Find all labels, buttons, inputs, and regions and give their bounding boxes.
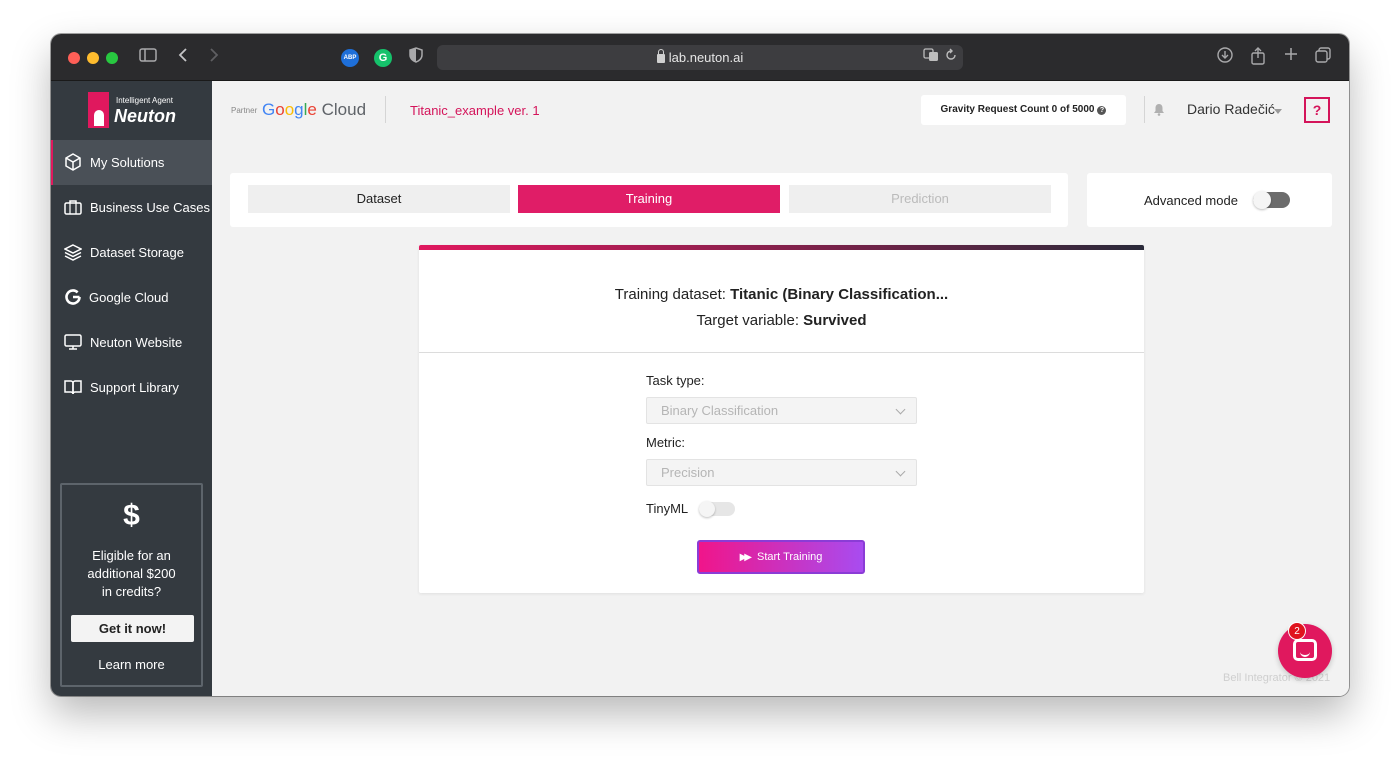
divider [419, 352, 1144, 353]
card-accent-bar [419, 245, 1144, 250]
back-icon[interactable] [178, 47, 188, 67]
task-type-value: Binary Classification [661, 403, 779, 418]
target-variable-value: Survived [803, 312, 867, 329]
new-tab-icon[interactable] [1284, 47, 1298, 67]
target-variable-info: Target variable: Survived [419, 312, 1144, 329]
caret-down-icon[interactable] [1274, 109, 1282, 114]
cube-icon [65, 153, 81, 171]
close-window-button[interactable] [68, 52, 80, 64]
metric-label: Metric: [646, 435, 685, 450]
start-training-label: Start Training [756, 551, 823, 563]
url-text: lab.neuton.ai [668, 50, 744, 65]
divider [1144, 96, 1145, 123]
sidebar: Intelligent Agent Neuton My Solutions Bu… [51, 81, 212, 696]
question-icon[interactable]: ? [1097, 106, 1107, 115]
google-cloud-logo: Google Cloud [262, 100, 367, 119]
book-icon [64, 380, 82, 395]
chat-notification-badge: 2 [1288, 622, 1306, 640]
sidebar-item-google-cloud[interactable]: Google Cloud [51, 275, 212, 320]
project-title[interactable]: Titanic_example ver. 1 [410, 103, 540, 118]
address-bar[interactable]: lab.neuton.ai [437, 45, 963, 70]
sidebar-toggle-icon[interactable] [139, 47, 157, 67]
translate-icon[interactable] [923, 48, 939, 68]
brand-name: Neuton [114, 106, 176, 126]
browser-window: ABP G lab.neuton.ai Intelligent Agent Ne… [51, 34, 1349, 696]
tab-overview-icon[interactable] [1315, 47, 1331, 67]
fast-forward-icon: ▶▶ [739, 552, 753, 563]
task-type-select[interactable]: Binary Classification [646, 397, 917, 424]
tinyml-toggle[interactable] [699, 501, 735, 517]
sidebar-item-label: My Solutions [90, 155, 165, 170]
chat-icon [1293, 639, 1317, 661]
sidebar-item-label: Google Cloud [89, 290, 169, 305]
sidebar-item-my-solutions[interactable]: My Solutions [51, 140, 212, 185]
help-button[interactable]: ? [1304, 97, 1330, 123]
training-dataset-label: Training dataset: [614, 286, 726, 303]
sidebar-item-dataset-storage[interactable]: Dataset Storage [51, 230, 212, 275]
sidebar-item-support-library[interactable]: Support Library [51, 365, 212, 410]
training-dataset-value: Titanic (Binary Classification... [730, 286, 949, 303]
task-type-label: Task type: [646, 373, 705, 388]
sidebar-item-label: Business Use Cases [90, 200, 210, 215]
forward-icon[interactable] [209, 47, 219, 67]
sidebar-item-label: Support Library [90, 380, 179, 395]
promo-text: Eligible for an additional $200 in credi… [62, 547, 201, 601]
target-variable-label: Target variable: [696, 312, 799, 329]
credits-promo: $ Eligible for an additional $200 in cre… [60, 483, 203, 687]
partner-label: Partner [231, 106, 258, 115]
brand-tagline: Intelligent Agent [116, 96, 173, 105]
sidebar-item-label: Dataset Storage [90, 245, 184, 260]
advanced-mode-panel: Advanced mode [1087, 173, 1332, 227]
learn-more-link[interactable]: Learn more [62, 657, 201, 672]
training-card: Training dataset: Titanic (Binary Classi… [419, 245, 1144, 593]
grammarly-extension-icon[interactable]: G [374, 49, 392, 67]
tinyml-label: TinyML [646, 501, 689, 516]
get-it-now-button[interactable]: Get it now! [71, 615, 194, 642]
gravity-request-count: Gravity Request Count 0 of 5000? [921, 95, 1126, 125]
chevron-down-icon [895, 466, 906, 477]
bell-icon[interactable] [1153, 103, 1165, 116]
metric-select[interactable]: Precision [646, 459, 917, 486]
user-menu[interactable]: Dario Radečić [1187, 101, 1275, 117]
shield-icon[interactable] [409, 47, 423, 67]
tab-dataset[interactable]: Dataset [248, 185, 510, 213]
promo-line: additional $200 [87, 566, 176, 581]
advanced-mode-toggle[interactable] [1253, 191, 1290, 209]
maximize-window-button[interactable] [106, 52, 118, 64]
downloads-icon[interactable] [1217, 47, 1233, 67]
toggle-knob [699, 501, 715, 517]
gravity-count-text: Gravity Request Count 0 of 5000 [940, 104, 1095, 115]
promo-line: Eligible for an [92, 548, 171, 563]
sidebar-item-label: Neuton Website [90, 335, 183, 350]
neuton-logo[interactable]: Intelligent Agent Neuton [88, 92, 188, 130]
sidebar-item-business-use-cases[interactable]: Business Use Cases [51, 185, 212, 230]
lock-icon [656, 49, 665, 63]
divider [385, 96, 386, 123]
briefcase-icon [64, 200, 82, 215]
dollar-icon: $ [123, 499, 140, 532]
minimize-window-button[interactable] [87, 52, 99, 64]
google-icon [65, 289, 81, 305]
adblock-extension-icon[interactable]: ABP [341, 49, 359, 67]
monitor-icon [64, 334, 82, 350]
toggle-knob [1253, 191, 1271, 209]
browser-toolbar: ABP G lab.neuton.ai [51, 34, 1349, 81]
sidebar-item-neuton-website[interactable]: Neuton Website [51, 320, 212, 365]
step-tabs: Dataset Training Prediction [230, 173, 1068, 227]
metric-value: Precision [661, 465, 715, 480]
layers-icon [64, 244, 82, 261]
training-dataset-info: Training dataset: Titanic (Binary Classi… [419, 286, 1144, 303]
neuton-logo-mark [88, 92, 109, 128]
tab-training[interactable]: Training [518, 185, 780, 213]
main-content: Partner Google Cloud Titanic_example ver… [212, 81, 1349, 696]
share-icon[interactable] [1251, 47, 1265, 67]
reload-icon[interactable] [945, 48, 957, 68]
start-training-button[interactable]: ▶▶ Start Training [697, 540, 865, 574]
chevron-down-icon [895, 404, 906, 415]
tab-prediction[interactable]: Prediction [789, 185, 1051, 213]
advanced-mode-label: Advanced mode [1144, 193, 1238, 208]
promo-line: in credits? [101, 584, 162, 599]
